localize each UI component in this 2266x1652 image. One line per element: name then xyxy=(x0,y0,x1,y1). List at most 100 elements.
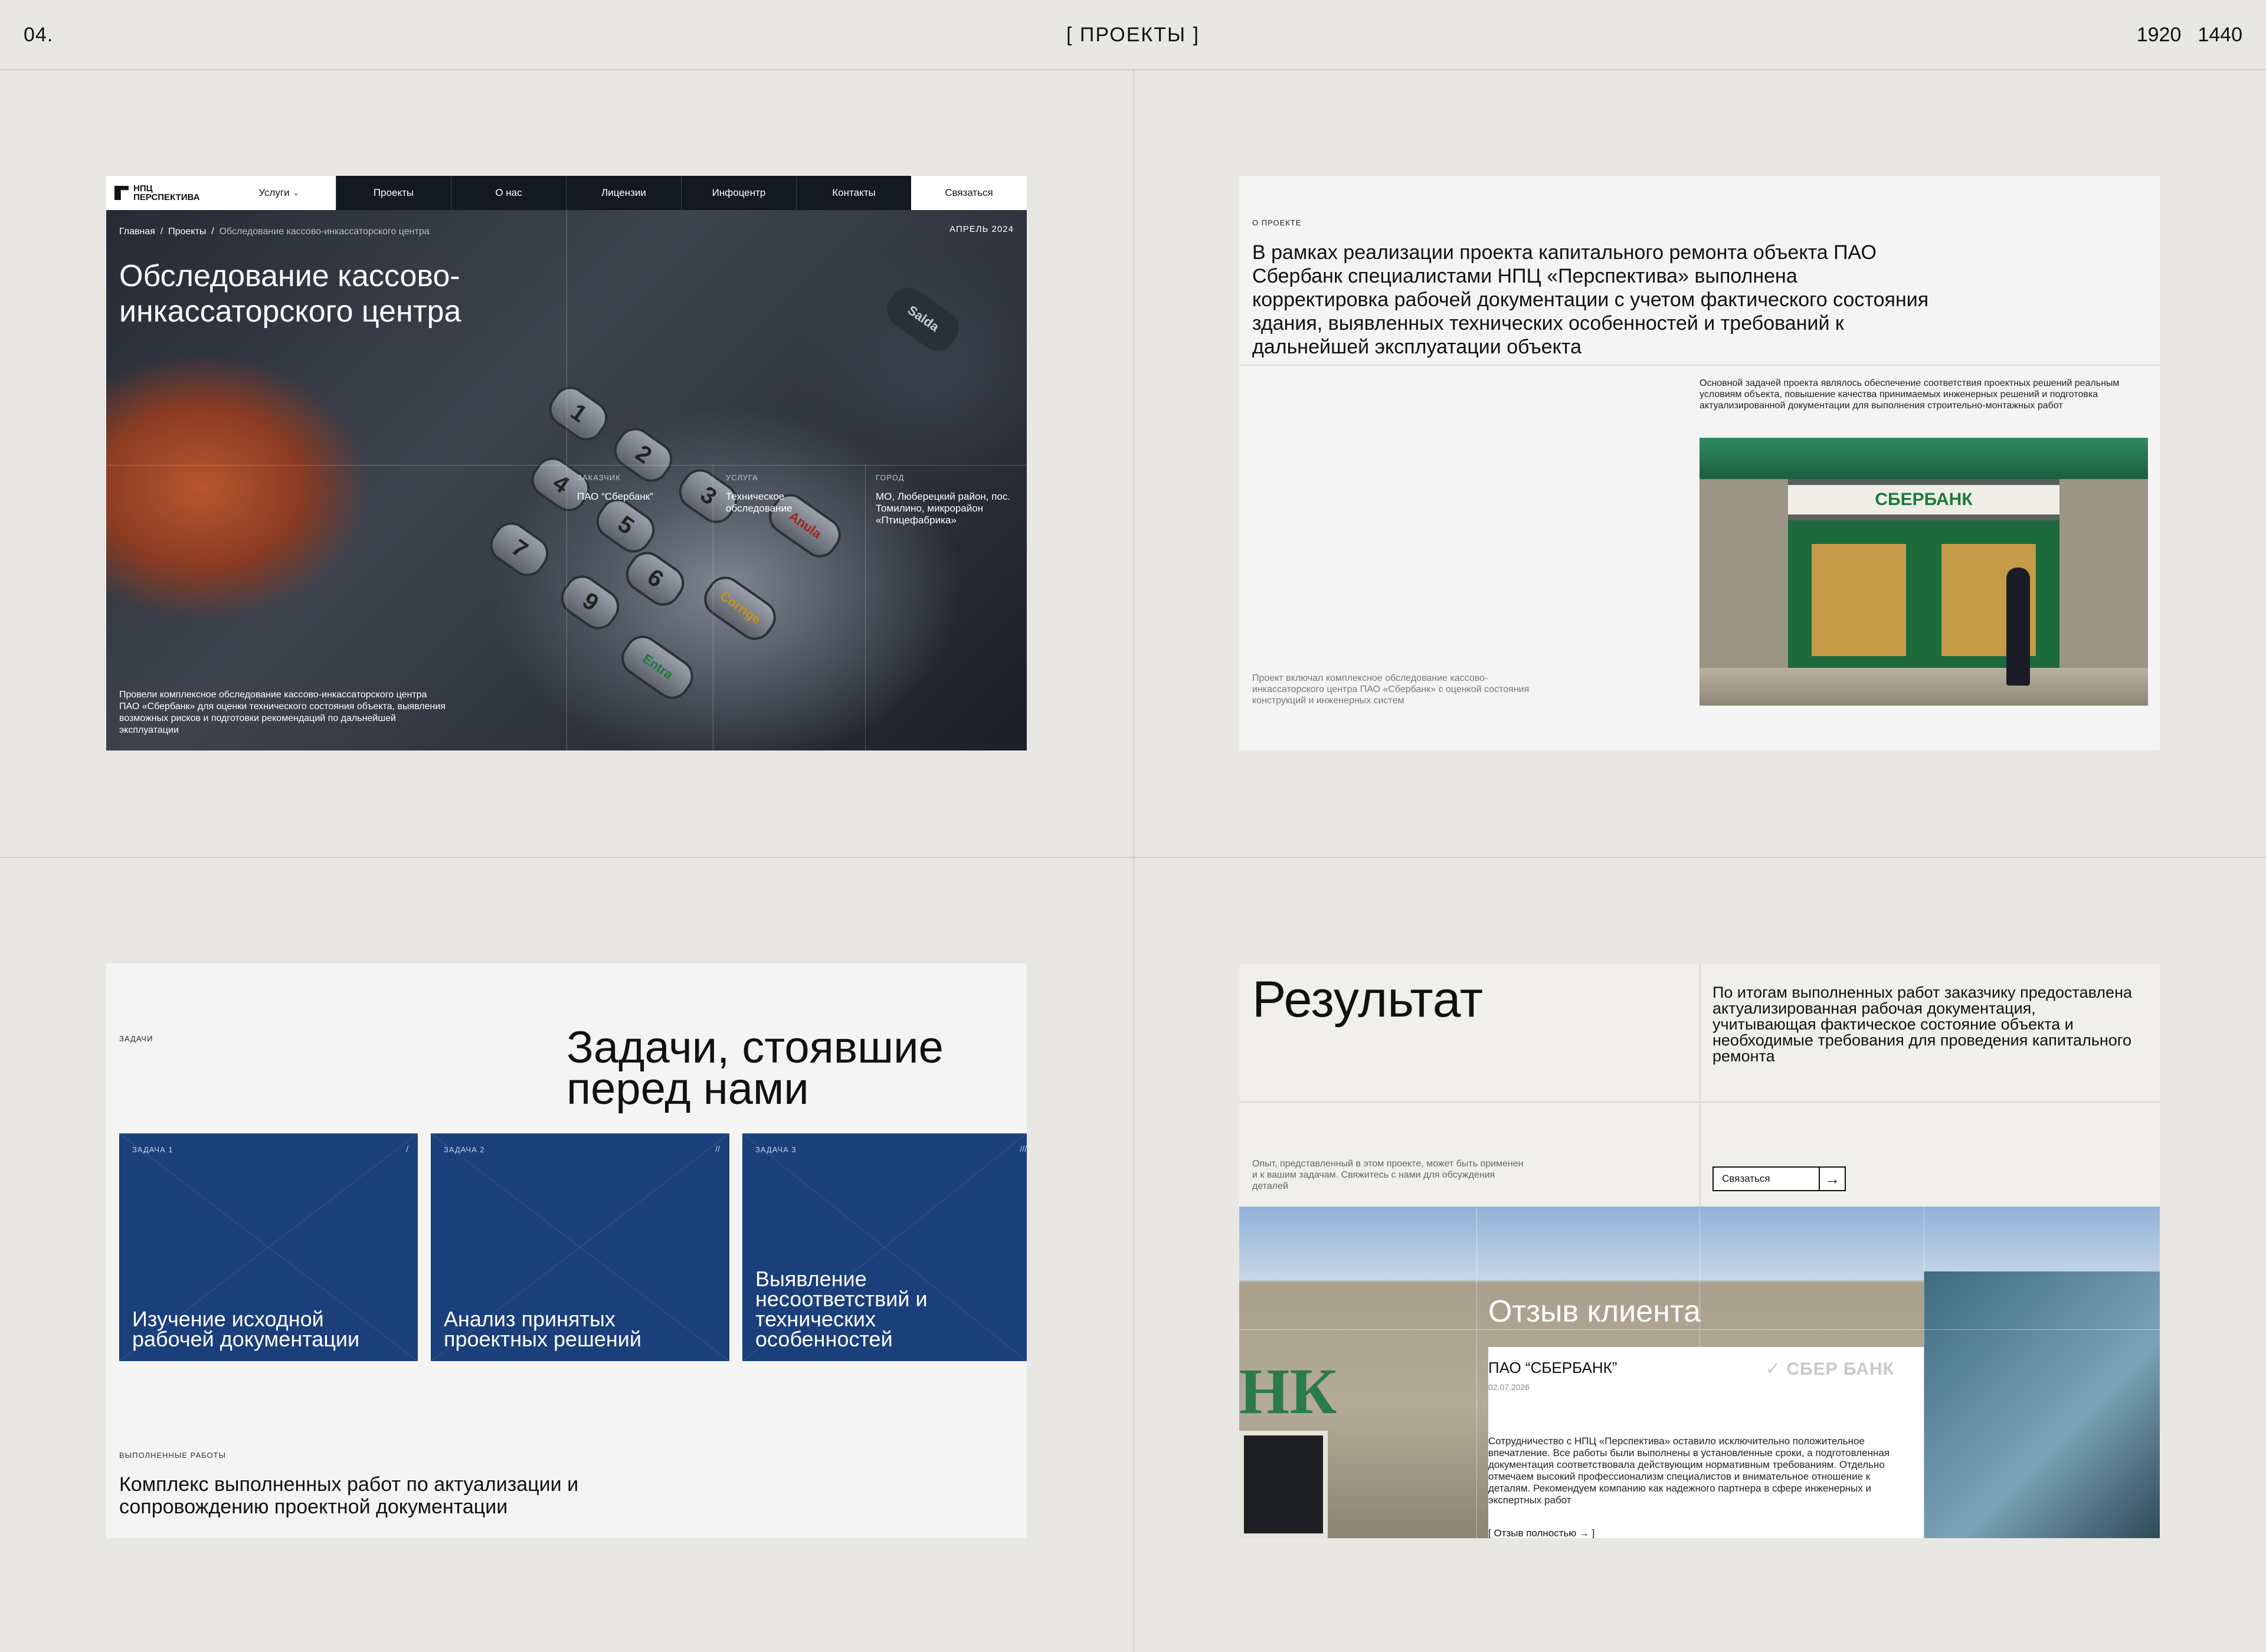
grid-line xyxy=(1700,963,1701,1207)
keypad-key: Corrige xyxy=(697,569,783,647)
grid-line xyxy=(106,465,1027,466)
done-label: ВЫПОЛНЕННЫЕ РАБОТЫ xyxy=(119,1451,227,1460)
done-text: Комплекс выполненных работ по актуализац… xyxy=(119,1473,579,1518)
nav-about[interactable]: О нас xyxy=(451,176,566,210)
breadcrumb-current: Обследование кассово-инкассаторского цен… xyxy=(219,227,430,237)
meta-city: ГОРОД МО, Люберецкий район, пос. Томилин… xyxy=(876,472,1011,526)
nav-services[interactable]: Услуги ⌄ xyxy=(222,176,336,210)
steps xyxy=(1700,668,2148,706)
site-nav: НПЦ ПЕРСПЕКТИВА Услуги ⌄ Проекты О нас Лиц… xyxy=(106,176,1027,210)
project-hero-mockup: 1 2 3 4 5 6 7 9 Anula Corrige Entra Sald… xyxy=(106,176,1027,750)
side-note: Проект включал комплексное обследование … xyxy=(1252,673,1530,706)
door-glass xyxy=(1812,544,1906,656)
logo-line2: ПЕРСПЕКТИВА xyxy=(133,192,200,202)
keypad-key: Salda xyxy=(880,280,966,358)
nav-contacts[interactable]: Контакты xyxy=(796,176,911,210)
task-card: ЗАДАЧА 1 / Изучение исходной рабочей док… xyxy=(119,1133,418,1361)
size-1440: 1440 xyxy=(2198,24,2242,46)
breadcrumb-home[interactable]: Главная xyxy=(119,227,155,237)
arrow-right-icon: → xyxy=(1819,1168,1845,1190)
size-1920: 1920 xyxy=(2136,24,2182,46)
result-text: По итогам выполненных работ заказчику пр… xyxy=(1712,984,2133,1065)
van-window xyxy=(1924,1271,2160,1538)
meta-city-value: МО, Люберецкий район, пос. Томилино, мик… xyxy=(876,491,1011,526)
review-title: Отзыв клиента xyxy=(1488,1294,1701,1329)
side-mirror xyxy=(1239,1431,1328,1538)
hero-description: Провели комплексное обследование кассово… xyxy=(119,690,446,735)
nav-services-label: Услуги xyxy=(258,187,290,198)
sber-logo: ✓ СБЕР БАНК xyxy=(1766,1359,1894,1379)
page-title: Обследование кассово-инкассаторского цен… xyxy=(119,259,461,329)
section-label: О ПРОЕКТЕ xyxy=(1252,218,1302,227)
meta-client-label: ЗАКАЗЧИК xyxy=(577,473,621,482)
task-slash: / xyxy=(406,1144,408,1153)
about-lead: В рамках реализации проекта капитального… xyxy=(1252,241,1929,358)
sber-logo-text: СБЕР БАНК xyxy=(1786,1359,1894,1379)
column xyxy=(1700,479,1788,668)
task-tag: ЗАДАЧА 3 xyxy=(755,1145,797,1154)
grid-line xyxy=(1239,1102,2160,1103)
section-label: ЗАДАЧИ xyxy=(119,1034,153,1043)
nav-licenses[interactable]: Лицензии xyxy=(566,176,681,210)
review-more-link[interactable]: [ Отзыв полностью → ] xyxy=(1488,1528,1594,1538)
contact-button[interactable]: Связаться → xyxy=(1712,1166,1846,1191)
divider xyxy=(1239,365,2160,366)
sign-board: СБЕРБАНК xyxy=(1788,485,2059,514)
contact-button-label: Связаться xyxy=(1722,1173,1770,1184)
keypad-key: 7 xyxy=(483,515,556,584)
grid-line xyxy=(1476,1207,1477,1538)
meta-service-label: УСЛУГА xyxy=(726,473,758,482)
review-company: ПАО “СБЕРБАНК” xyxy=(1488,1359,1617,1376)
breadcrumb-projects[interactable]: Проекты xyxy=(168,227,206,237)
column xyxy=(2059,479,2148,668)
task-card: ЗАДАЧА 3 /// Выявление несоответствий и … xyxy=(742,1133,1027,1361)
vertical-divider xyxy=(1133,69,1134,1652)
task-text: Анализ принятых проектных решений xyxy=(444,1307,642,1351)
keypad-key: 1 xyxy=(542,379,615,448)
task-slash: // xyxy=(715,1144,720,1153)
grid-line xyxy=(865,465,866,750)
sberbank-building-photo: СБЕРБАНК xyxy=(1700,438,2148,706)
chevron-down-icon: ⌄ xyxy=(293,189,299,197)
tasks-mockup: ЗАДАЧИ Задачи, стоявшие перед нами ЗАДАЧ… xyxy=(106,963,1027,1538)
sign-text: СБЕРБАНК xyxy=(1875,490,1973,509)
meta-city-label: ГОРОД xyxy=(876,473,905,482)
keypad-key: 6 xyxy=(618,545,692,613)
review-text: Сотрудничество с НПЦ «Перспектива» остав… xyxy=(1488,1435,1890,1506)
project-date: АПРЕЛЬ 2024 xyxy=(949,224,1014,234)
top-bar: 04. [ ПРОЕКТЫ ] 1920 1440 xyxy=(0,0,2266,70)
logo[interactable]: НПЦ ПЕРСПЕКТИВА xyxy=(106,176,222,210)
breakpoint-sizes: 1920 1440 xyxy=(2120,24,2242,47)
section-title: [ ПРОЕКТЫ ] xyxy=(1066,24,1200,46)
review-card: ПАО “СБЕРБАНК” 02.07.2026 ✓ СБЕР БАНК Со… xyxy=(1488,1347,1924,1538)
breadcrumb: Главная / Проекты / Обследование кассово… xyxy=(119,227,430,237)
task-text: Изучение исходной рабочей документации xyxy=(132,1307,360,1351)
meta-service: УСЛУГА Техническое обследование xyxy=(726,472,850,514)
nav-info[interactable]: Инфоцентр xyxy=(681,176,796,210)
logo-line1: НПЦ xyxy=(133,183,153,194)
task-card: ЗАДАЧА 2 // Анализ принятых проектных ре… xyxy=(431,1133,729,1361)
keypad-key: 9 xyxy=(554,568,627,637)
main-task-text: Основной задачей проекта являлось обеспе… xyxy=(1700,378,2120,411)
pedestrian xyxy=(2006,568,2030,686)
task-tag: ЗАДАЧА 2 xyxy=(444,1145,485,1154)
cta-note: Опыт, представленный в этом проекте, мож… xyxy=(1252,1159,1524,1191)
task-slash: /// xyxy=(1020,1144,1027,1153)
horizontal-divider xyxy=(0,857,2266,858)
result-mockup: Результат По итогам выполненных работ за… xyxy=(1239,963,2160,1538)
review-date: 02.07.2026 xyxy=(1488,1382,1530,1392)
tasks-heading: Задачи, стоявшие перед нами xyxy=(566,1022,944,1114)
sber-logo-icon: ✓ xyxy=(1765,1359,1781,1379)
contact-button[interactable]: Связаться xyxy=(911,176,1027,210)
grid-line xyxy=(566,210,567,750)
grid-line xyxy=(1239,1329,2160,1330)
nav-projects[interactable]: Проекты xyxy=(336,176,451,210)
meta-client: ЗАКАЗЧИК ПАО “Сбербанк” xyxy=(577,472,701,503)
task-tag: ЗАДАЧА 1 xyxy=(132,1145,173,1154)
keypad-key: Entra xyxy=(614,628,700,706)
result-heading: Результат xyxy=(1252,971,1484,1028)
logo-mark-icon xyxy=(114,186,129,200)
canopy xyxy=(1700,438,2148,479)
task-text: Выявление несоответствий и технических о… xyxy=(755,1267,928,1351)
meta-client-value: ПАО “Сбербанк” xyxy=(577,491,653,502)
